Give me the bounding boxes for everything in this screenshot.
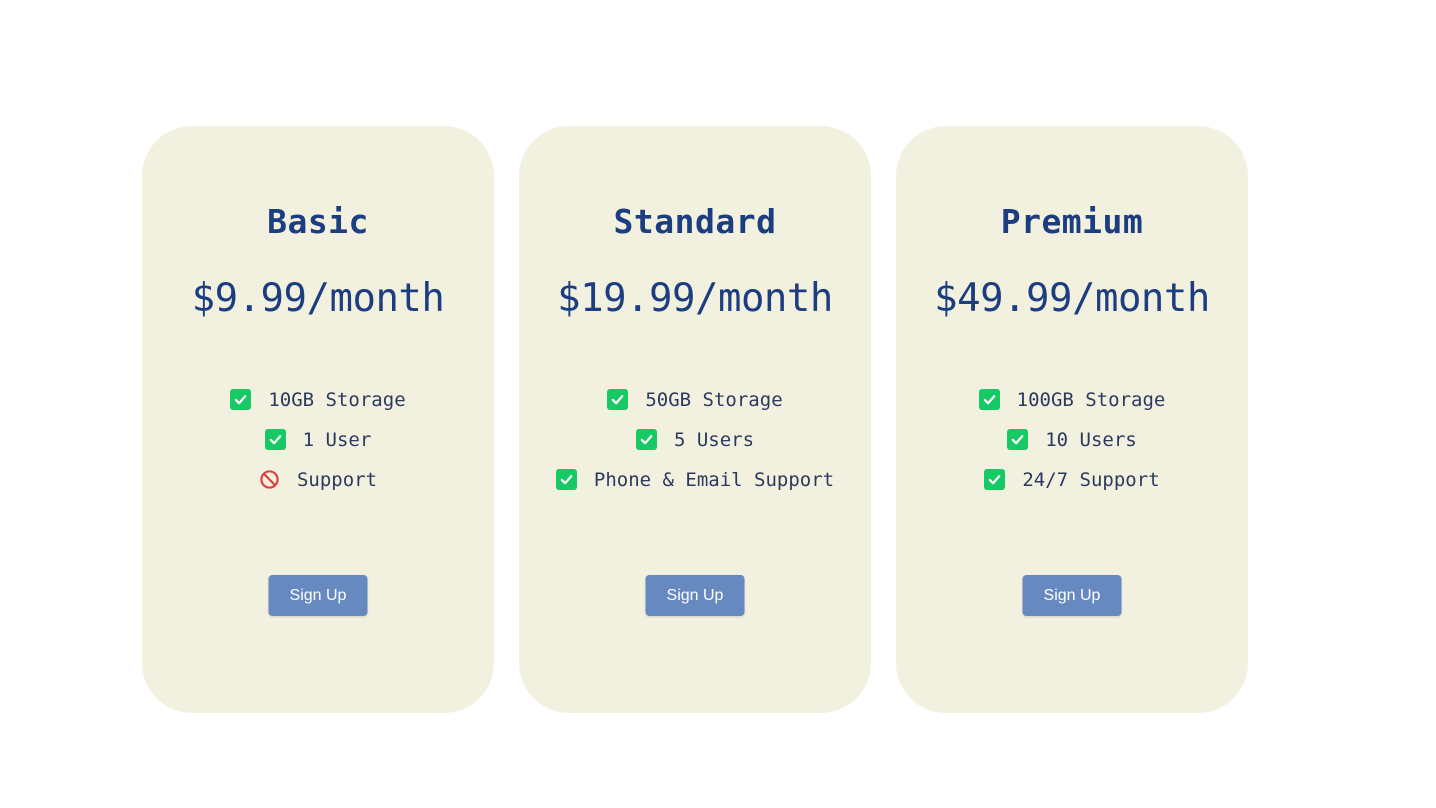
feature-label: 5 Users — [673, 428, 755, 451]
feature-item: 50GB Storage — [607, 388, 783, 411]
plan-name: Standard — [613, 202, 777, 241]
feature-label: 24/7 Support — [1022, 468, 1160, 491]
sign-up-button[interactable]: Sign Up — [268, 575, 368, 616]
feature-list: 100GB Storage 10 Users 24/7 Support — [896, 388, 1248, 491]
feature-label: 50GB Storage — [645, 388, 783, 411]
feature-label: Support — [296, 468, 378, 491]
check-icon — [635, 429, 657, 450]
check-icon — [264, 429, 286, 450]
feature-item: 10 Users — [1007, 428, 1137, 451]
feature-item: 24/7 Support — [984, 468, 1160, 491]
pricing-plans: Basic $9.99/month 10GB Storage 1 User Su… — [142, 126, 1248, 713]
plan-card-basic: Basic $9.99/month 10GB Storage 1 User Su… — [142, 126, 494, 713]
feature-item: 1 User — [264, 428, 372, 451]
feature-item: 100GB Storage — [978, 388, 1166, 411]
feature-item: 5 Users — [635, 428, 755, 451]
check-icon — [555, 469, 577, 490]
feature-item: 10GB Storage — [230, 388, 406, 411]
sign-up-button[interactable]: Sign Up — [1022, 575, 1122, 616]
feature-label: Phone & Email Support — [593, 468, 835, 491]
check-icon — [230, 389, 252, 410]
plan-card-premium: Premium $49.99/month 100GB Storage 10 Us… — [896, 126, 1248, 713]
blocked-icon — [259, 469, 280, 490]
check-icon — [607, 389, 629, 410]
feature-list: 50GB Storage 5 Users Phone & Email Suppo… — [519, 388, 871, 491]
check-icon — [984, 469, 1006, 490]
feature-item: Support — [259, 468, 377, 491]
sign-up-button[interactable]: Sign Up — [645, 575, 745, 616]
check-icon — [978, 389, 1000, 410]
plan-price: $9.99/month — [191, 276, 445, 321]
plan-name: Premium — [1000, 202, 1144, 241]
feature-label: 100GB Storage — [1016, 388, 1166, 411]
feature-list: 10GB Storage 1 User Support — [142, 388, 494, 491]
plan-name: Basic — [267, 202, 369, 241]
feature-item: Phone & Email Support — [555, 468, 835, 491]
check-icon — [1007, 429, 1029, 450]
feature-label: 10GB Storage — [268, 388, 406, 411]
plan-card-standard: Standard $19.99/month 50GB Storage 5 Use… — [519, 126, 871, 713]
plan-price: $19.99/month — [557, 276, 833, 321]
feature-label: 1 User — [302, 428, 372, 451]
plan-price: $49.99/month — [934, 276, 1210, 321]
feature-label: 10 Users — [1045, 428, 1137, 451]
